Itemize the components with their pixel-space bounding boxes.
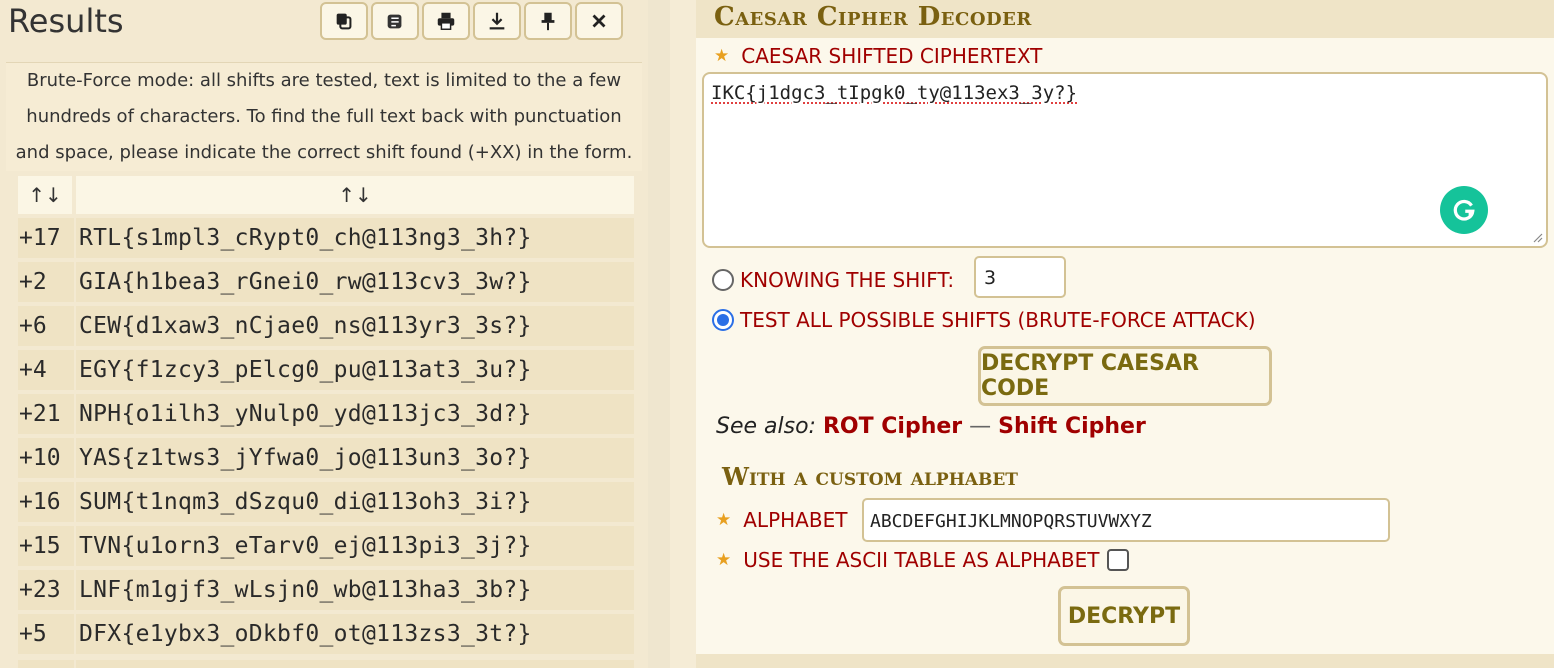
table-header: ↑↓ ↑↓ bbox=[18, 176, 634, 214]
edit-icon bbox=[387, 14, 402, 29]
shift-cell: +16 bbox=[18, 482, 74, 522]
decoded-text-cell: YAS{z1tws3_jYfwa0_jo@113un3_3o?} bbox=[76, 438, 634, 478]
brute-force-option[interactable]: TEST ALL POSSIBLE SHIFTS (BRUTE-FORCE AT… bbox=[712, 308, 1256, 332]
tool-title: Caesar Cipher Decoder bbox=[714, 2, 1032, 32]
resize-grip-icon[interactable] bbox=[1531, 231, 1543, 243]
shift-cell: +17 bbox=[18, 218, 74, 258]
required-star-icon: ★ bbox=[714, 46, 730, 66]
table-row: +21 NPH{o1ilh3_yNulp0_yd@113jc3_3d?} bbox=[18, 394, 634, 434]
alphabet-input[interactable]: ABCDEFGHIJKLMNOPQRSTUVWXYZ bbox=[862, 498, 1390, 542]
sort-text-column[interactable]: ↑↓ bbox=[76, 176, 634, 214]
knowing-shift-label: KNOWING THE SHIFT: bbox=[740, 268, 955, 292]
see-also-separator: — bbox=[969, 414, 992, 439]
ciphertext-textarea[interactable]: IKC{j1dgc3_tIpgk0_ty@113ex3_3y?} bbox=[702, 72, 1548, 248]
tool-panel: Caesar Cipher Decoder ★ CAESAR SHIFTED C… bbox=[696, 0, 1554, 668]
grammarly-g-icon bbox=[1453, 199, 1475, 221]
decoded-text-cell: TVN{u1orn3_eTarv0_ej@113pi3_3j?} bbox=[76, 526, 634, 566]
description-line: hundreds of characters. To find the full… bbox=[26, 106, 622, 127]
table-row: +5 DFX{e1ybx3_oDkbf0_ot@113zs3_3t?} bbox=[18, 614, 634, 654]
required-star-icon: ★ bbox=[716, 550, 732, 570]
decoded-text-cell: RTL{s1mpl3_cRypt0_ch@113ng3_3h?} bbox=[76, 218, 634, 258]
shift-cell: +23 bbox=[18, 570, 74, 610]
ciphertext-label: CAESAR SHIFTED CIPHERTEXT bbox=[741, 44, 1043, 68]
table-row: +6 CEW{d1xaw3_nCjae0_ns@113yr3_3s?} bbox=[18, 306, 634, 346]
brute-force-radio[interactable] bbox=[712, 309, 734, 331]
close-button[interactable] bbox=[575, 2, 623, 40]
table-row-partial bbox=[18, 660, 634, 668]
decoded-text-cell: GIA{h1bea3_rGnei0_rw@113cv3_3w?} bbox=[76, 262, 634, 302]
results-toolbar bbox=[320, 2, 623, 40]
alphabet-label: ALPHABET bbox=[743, 508, 848, 532]
shift-cell: +15 bbox=[18, 526, 74, 566]
shift-cell: +21 bbox=[18, 394, 74, 434]
alphabet-label-row: ★ ALPHABET bbox=[716, 508, 847, 532]
brute-force-label: TEST ALL POSSIBLE SHIFTS (BRUTE-FORCE AT… bbox=[740, 308, 1256, 332]
shift-cell: +4 bbox=[18, 350, 74, 390]
shift-cell: +6 bbox=[18, 306, 74, 346]
table-row: +2 GIA{h1bea3_rGnei0_rw@113cv3_3w?} bbox=[18, 262, 634, 302]
download-button[interactable] bbox=[473, 2, 521, 40]
decoded-text-cell: SUM{t1nqm3_dSzqu0_di@113oh3_3i?} bbox=[76, 482, 634, 522]
edit-button[interactable] bbox=[371, 2, 419, 40]
shift-cipher-link[interactable]: Shift Cipher bbox=[998, 414, 1146, 439]
decoded-text-cell: LNF{m1gjf3_wLsjn0_wb@113ha3_3b?} bbox=[76, 570, 634, 610]
table-row: +16 SUM{t1nqm3_dSzqu0_di@113oh3_3i?} bbox=[18, 482, 634, 522]
ascii-checkbox[interactable] bbox=[1107, 549, 1130, 571]
copy-icon bbox=[336, 13, 352, 30]
ascii-label: USE THE ASCII TABLE AS ALPHABET bbox=[743, 548, 1100, 572]
decoded-text-cell: EGY{f1zcy3_pElcg0_pu@113at3_3u?} bbox=[76, 350, 634, 390]
close-icon bbox=[592, 14, 606, 28]
rot-cipher-link[interactable]: ROT Cipher bbox=[823, 414, 962, 439]
decrypt-button[interactable]: DECRYPT bbox=[1058, 586, 1190, 646]
shift-cell: +5 bbox=[18, 614, 74, 654]
grammarly-icon[interactable] bbox=[1440, 186, 1488, 234]
required-star-icon: ★ bbox=[716, 510, 732, 530]
shift-cell: +10 bbox=[18, 438, 74, 478]
decoded-text-cell: CEW{d1xaw3_nCjae0_ns@113yr3_3s?} bbox=[76, 306, 634, 346]
decoded-text-cell: NPH{o1ilh3_yNulp0_yd@113jc3_3d?} bbox=[76, 394, 634, 434]
print-button[interactable] bbox=[422, 2, 470, 40]
ascii-option-row: ★ USE THE ASCII TABLE AS ALPHABET bbox=[716, 548, 1130, 572]
see-also: See also: ROT Cipher — Shift Cipher bbox=[716, 414, 1146, 439]
results-table: ↑↓ ↑↓ +17 RTL{s1mpl3_cRypt0_ch@113ng3_3h?… bbox=[18, 176, 634, 658]
see-also-label: See also: bbox=[716, 414, 816, 439]
knowing-shift-radio[interactable] bbox=[712, 269, 734, 291]
description-line: and space, please indicate the correct s… bbox=[15, 142, 633, 163]
bottom-strip bbox=[696, 654, 1554, 668]
table-row: +15 TVN{u1orn3_eTarv0_ej@113pi3_3j?} bbox=[18, 526, 634, 566]
pin-icon bbox=[541, 12, 555, 31]
copy-button[interactable] bbox=[320, 2, 368, 40]
custom-alphabet-title: With a custom alphabet bbox=[722, 462, 1018, 491]
ciphertext-label-row: ★ CAESAR SHIFTED CIPHERTEXT bbox=[714, 44, 1042, 68]
table-row: +17 RTL{s1mpl3_cRypt0_ch@113ng3_3h?} bbox=[18, 218, 634, 258]
results-panel: Results Brute-Force mode: all shifts are… bbox=[0, 0, 648, 668]
shift-cell: +2 bbox=[18, 262, 74, 302]
decrypt-caesar-button[interactable]: DECRYPT CAESAR CODE bbox=[978, 346, 1272, 406]
pin-button[interactable] bbox=[524, 2, 572, 40]
shift-input[interactable]: 3 bbox=[974, 256, 1066, 298]
print-icon bbox=[437, 12, 455, 30]
panel-divider bbox=[648, 0, 670, 668]
table-row: +10 YAS{z1tws3_jYfwa0_jo@113un3_3o?} bbox=[18, 438, 634, 478]
ciphertext-value: IKC{j1dgc3_tIpgk0_ty@113ex3_3y?} bbox=[711, 82, 1078, 104]
brute-force-description: Brute-Force mode: all shifts are tested,… bbox=[6, 62, 642, 171]
decoded-text-cell: DFX{e1ybx3_oDkbf0_ot@113zs3_3t?} bbox=[76, 614, 634, 654]
results-title: Results bbox=[8, 2, 124, 40]
description-line: Brute-Force mode: all shifts are tested,… bbox=[26, 70, 622, 91]
table-row: +4 EGY{f1zcy3_pElcg0_pu@113at3_3u?} bbox=[18, 350, 634, 390]
download-icon bbox=[489, 12, 505, 30]
table-row: +23 LNF{m1gjf3_wLsjn0_wb@113ha3_3b?} bbox=[18, 570, 634, 610]
knowing-shift-option[interactable]: KNOWING THE SHIFT: bbox=[712, 268, 954, 292]
sort-shift-column[interactable]: ↑↓ bbox=[18, 176, 72, 214]
